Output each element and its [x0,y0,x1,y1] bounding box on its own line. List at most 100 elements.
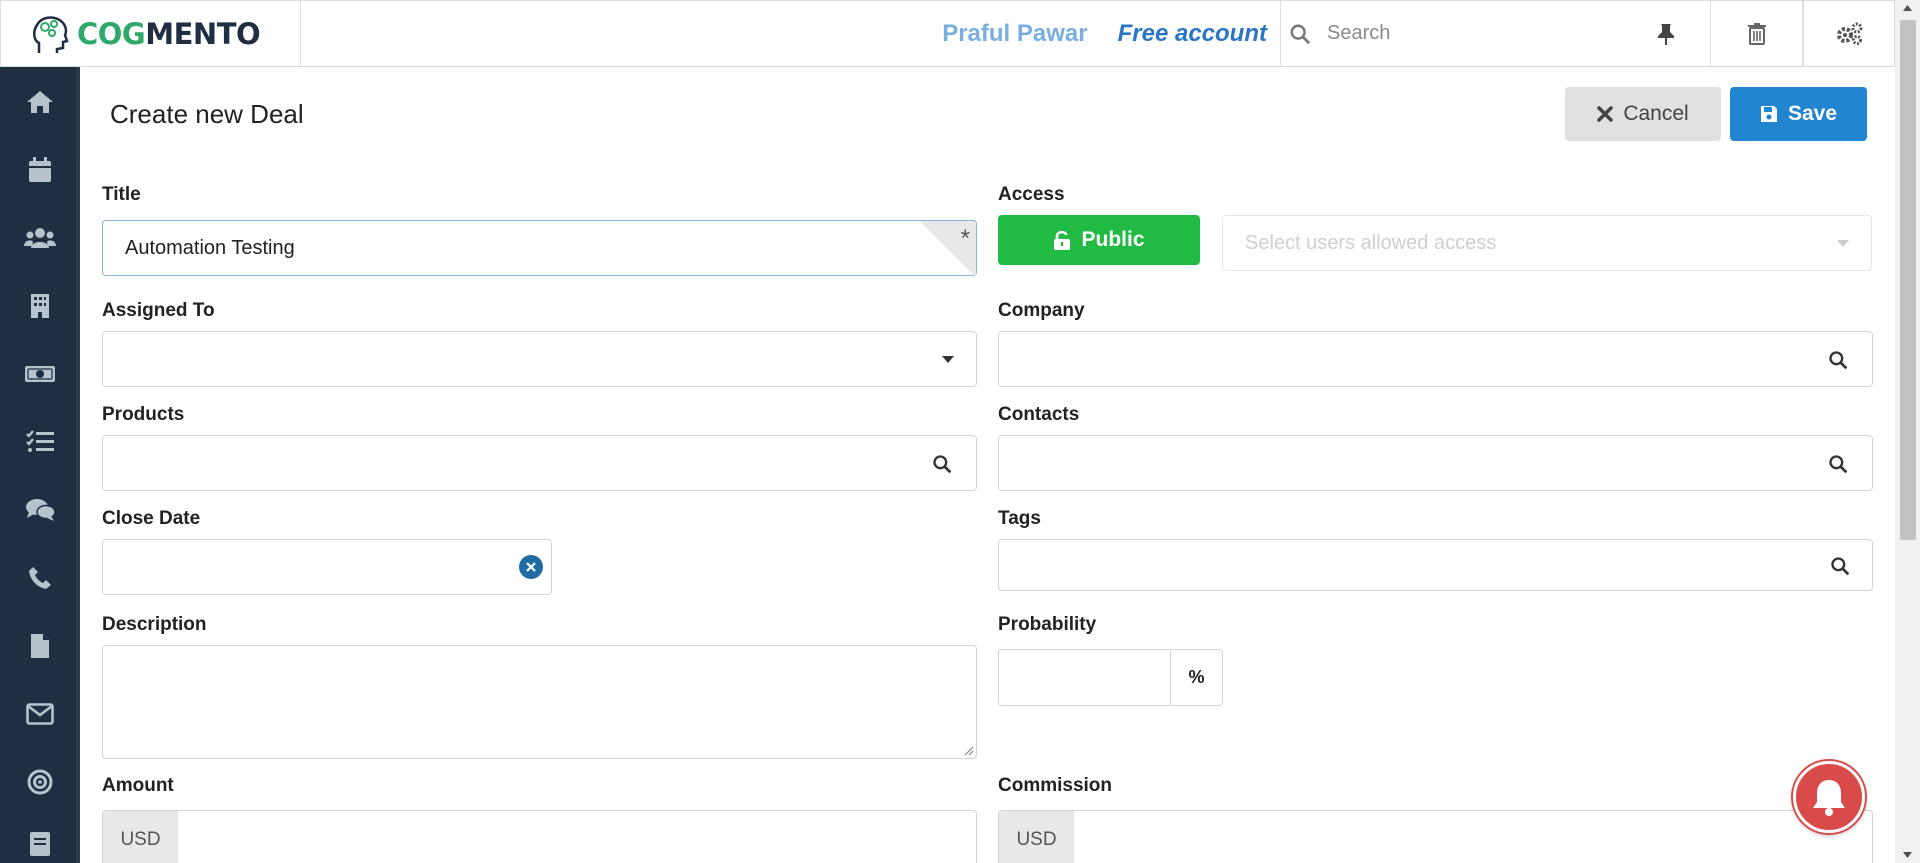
sidebar-item-forms[interactable] [0,830,80,856]
clear-date-icon[interactable] [519,555,543,579]
probability-input[interactable] [1009,650,1159,705]
sidebar-item-calendar[interactable] [0,150,80,190]
sidebar-item-calls[interactable] [0,558,80,598]
search-input[interactable] [1327,22,1657,45]
assigned-to-select[interactable] [102,331,977,387]
contacts-field[interactable] [998,435,1873,491]
sidebar-item-documents[interactable] [0,626,80,666]
chat-icon [26,499,55,521]
company-field[interactable] [998,331,1873,387]
commission-currency: USD [999,811,1074,863]
brand-name: COGMENTO [77,16,261,51]
brand-name-part1: COG [77,16,146,51]
app-logo[interactable]: COGMENTO [1,0,301,67]
close-icon [1597,106,1614,122]
access-users-select[interactable]: Select users allowed access [1222,215,1872,271]
tags-label: Tags [998,508,1041,529]
trash-icon [1747,22,1766,45]
brand-name-part2: MENTO [145,16,261,51]
probability-unit: % [1170,650,1222,705]
save-button-label: Save [1787,102,1838,125]
home-icon [27,91,53,113]
save-button[interactable]: Save [1730,87,1867,141]
bell-icon [1813,780,1845,816]
dropdown-arrow-icon [1837,240,1849,247]
users-icon [24,228,56,248]
sidebar-item-cases[interactable] [0,490,80,530]
sidebar [0,67,80,863]
title-input[interactable] [125,221,905,275]
calendar-icon [29,157,51,182]
assigned-to-label: Assigned To [102,300,215,321]
trash-button[interactable] [1710,0,1802,67]
resize-handle-icon[interactable] [964,746,974,756]
close-date-field[interactable] [102,539,552,595]
sidebar-item-deals[interactable] [0,354,80,394]
sidebar-item-home[interactable] [0,82,80,122]
building-icon [31,294,49,318]
close-date-label: Close Date [102,508,201,529]
tags-field[interactable] [998,539,1873,591]
unlock-icon [1054,230,1071,250]
search-box [1280,0,1710,67]
top-navbar: COGMENTO Praful Pawar Free account [0,0,1895,67]
phone-icon [29,567,51,589]
cancel-button-label: Cancel [1623,102,1689,125]
amount-input[interactable] [193,811,953,863]
sidebar-item-contacts[interactable] [0,218,80,258]
sidebar-item-tasks[interactable] [0,422,80,462]
search-icon [1829,455,1848,474]
sidebar-item-email[interactable] [0,694,80,734]
user-name[interactable]: Praful Pawar [942,20,1087,48]
description-label: Description [102,614,207,635]
search-icon [1831,557,1850,576]
access-label: Access [998,184,1065,205]
commission-label: Commission [998,775,1113,796]
amount-label: Amount [102,775,174,796]
target-icon [27,769,53,795]
commission-input[interactable] [1089,811,1849,863]
floppy-disk-icon [1760,106,1777,122]
required-marker: * [960,225,970,252]
pin-icon[interactable] [1657,23,1675,45]
company-label: Company [998,300,1085,321]
title-field: * [102,220,977,277]
access-users-placeholder: Select users allowed access [1245,231,1497,254]
amount-currency: USD [103,811,178,863]
description-field [102,645,977,759]
account-type[interactable]: Free account [1118,20,1267,48]
public-access-label: Public [1081,228,1145,251]
contacts-label: Contacts [998,404,1080,425]
settings-button[interactable] [1802,0,1894,67]
scrollbar-thumb[interactable] [1900,20,1916,540]
tasks-icon [26,430,54,452]
sidebar-item-companies[interactable] [0,286,80,326]
page-header: Create new Deal Cancel Save [80,67,1895,159]
search-icon [933,455,952,474]
scroll-up-arrow-icon[interactable] [1895,0,1920,16]
products-label: Products [102,404,185,425]
description-textarea[interactable] [103,646,976,758]
money-icon [25,366,55,382]
probability-label: Probability [998,614,1097,635]
envelope-icon [26,703,54,725]
form-icon [30,832,50,856]
commission-field: USD [998,810,1873,863]
deal-form: Title * Access Public Select users allow… [80,159,1895,863]
search-icon [1829,351,1848,370]
sidebar-item-campaigns[interactable] [0,762,80,802]
title-label: Title [102,184,141,205]
brain-head-icon [33,15,69,53]
search-icon [1290,24,1311,44]
page-title: Create new Deal [110,99,304,129]
public-access-button[interactable]: Public [998,215,1200,265]
gears-icon [1837,22,1863,45]
probability-field: % [998,649,1223,706]
amount-field: USD [102,810,977,863]
products-field[interactable] [102,435,977,491]
notification-button[interactable] [1793,761,1865,833]
cancel-button[interactable]: Cancel [1565,87,1721,141]
document-icon [31,634,49,658]
page-scrollbar[interactable] [1895,0,1920,863]
scroll-down-arrow-icon[interactable] [1895,847,1920,863]
